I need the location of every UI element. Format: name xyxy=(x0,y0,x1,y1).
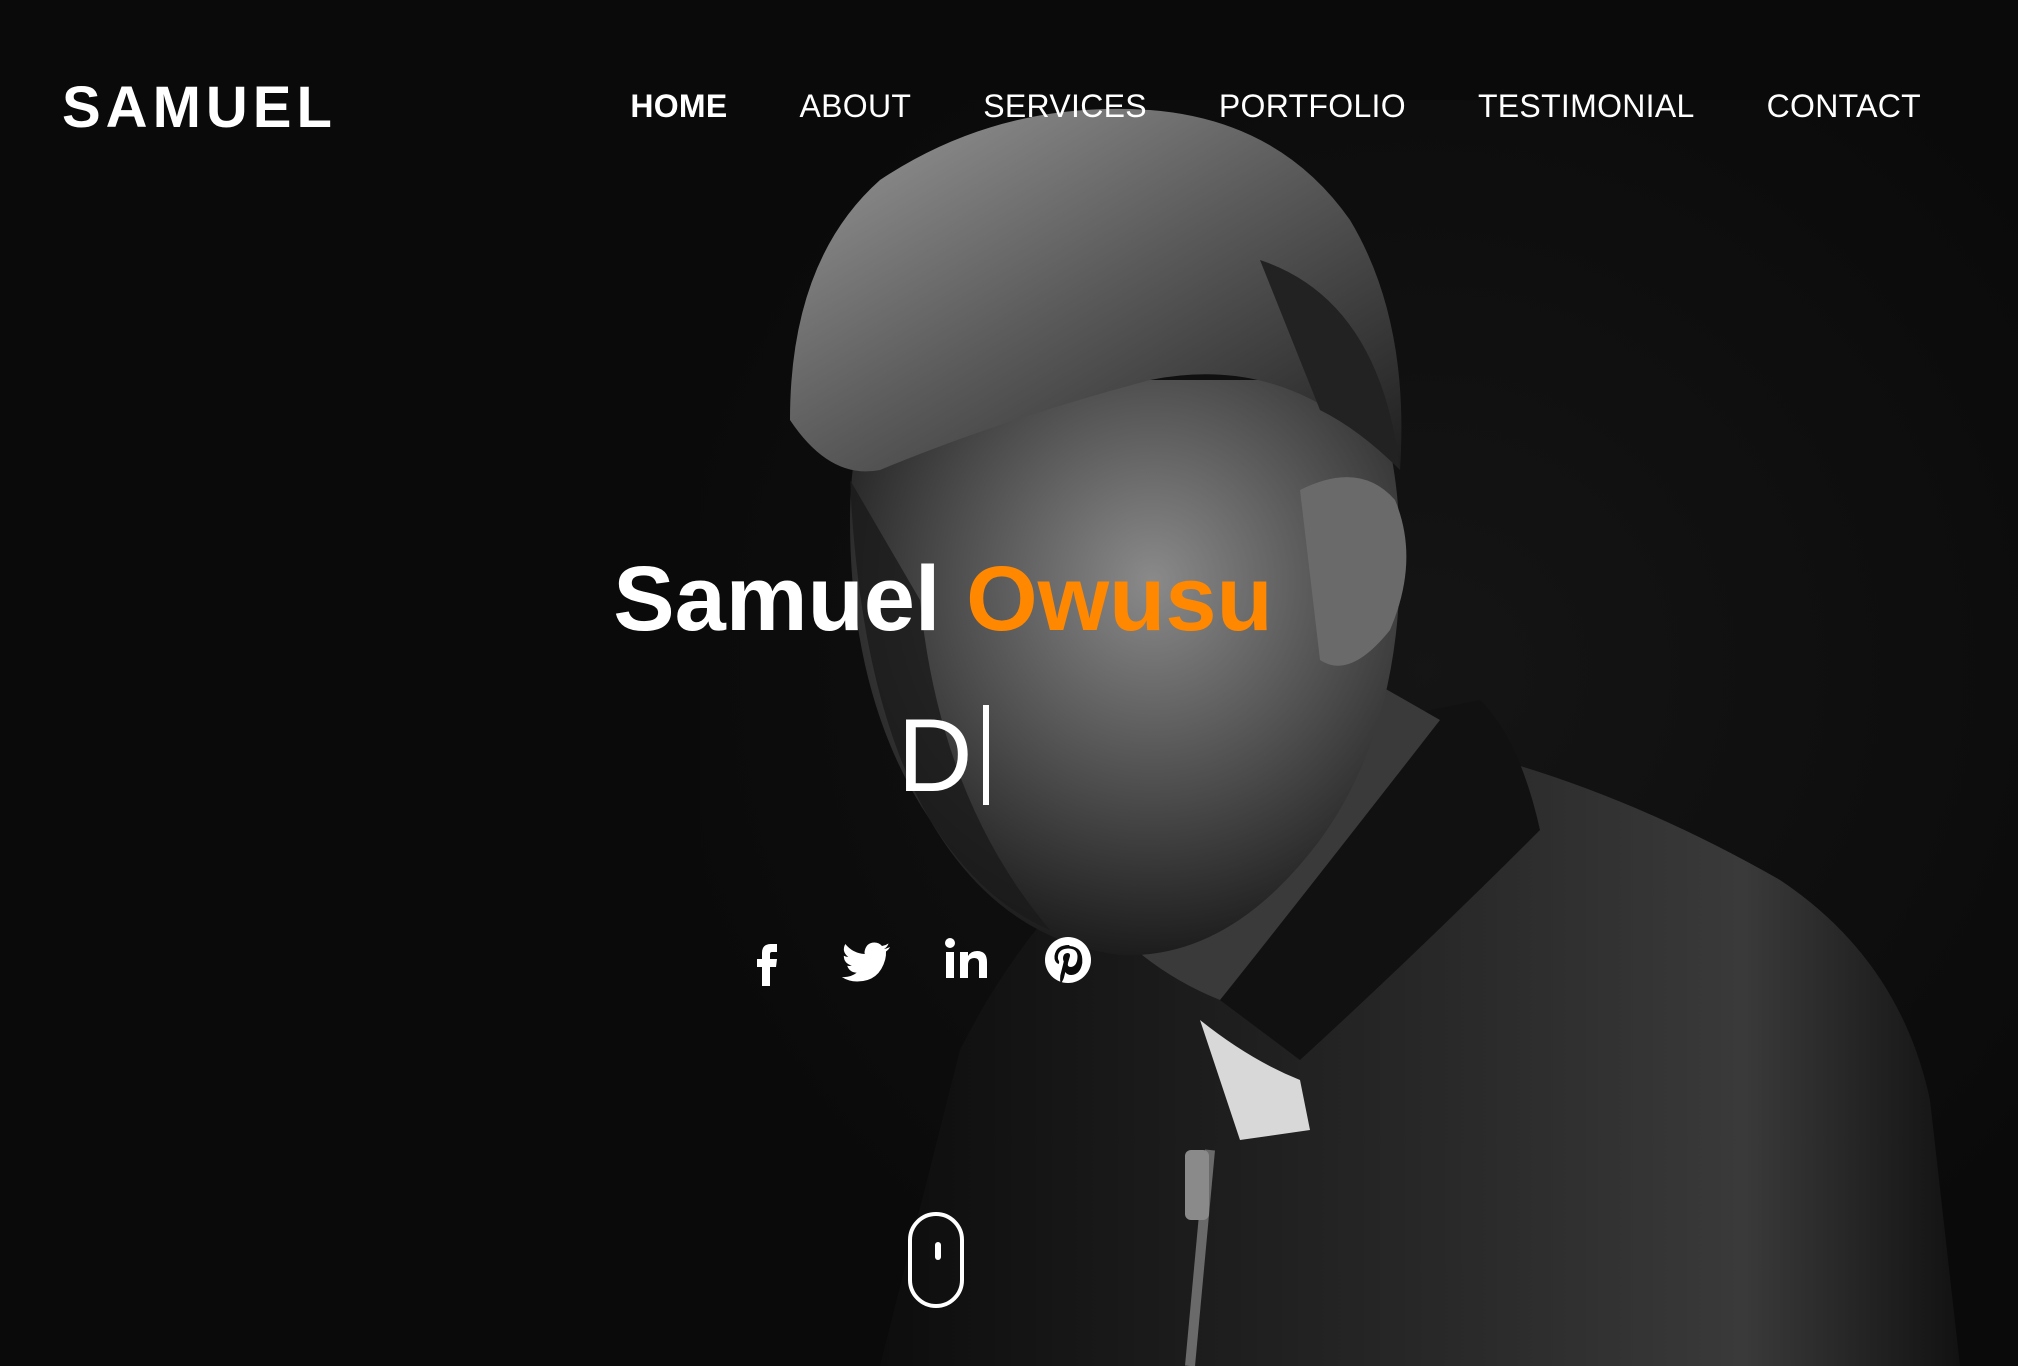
hero-first-name: Samuel xyxy=(613,548,941,650)
typed-role-text: D xyxy=(0,696,1886,816)
nav-link-contact[interactable]: CONTACT xyxy=(1767,84,1921,128)
social-links xyxy=(740,932,1096,988)
nav-link-services[interactable]: SERVICES xyxy=(983,84,1147,128)
pinterest-link[interactable] xyxy=(1040,932,1096,988)
site-logo[interactable]: SAMUEL xyxy=(62,72,337,144)
mouse-wheel xyxy=(935,1242,941,1260)
twitter-link[interactable] xyxy=(840,932,896,988)
typing-cursor xyxy=(982,705,989,805)
nav-link-about[interactable]: ABOUT xyxy=(800,84,912,128)
hero-section: SAMUEL HOME ABOUT SERVICES PORTFOLIO TES… xyxy=(0,0,2018,1366)
main-navigation: HOME ABOUT SERVICES PORTFOLIO TESTIMONIA… xyxy=(630,84,1921,128)
hero-name: Samuel Owusu xyxy=(0,545,1886,653)
pinterest-icon xyxy=(1045,937,1091,984)
mouse-scroll-icon[interactable] xyxy=(908,1212,964,1308)
nav-link-testimonial[interactable]: TESTIMONIAL xyxy=(1478,84,1695,128)
hero-portrait-image xyxy=(0,0,2018,1366)
hero-last-name: Owusu xyxy=(966,548,1273,650)
facebook-link[interactable] xyxy=(740,932,796,988)
twitter-icon xyxy=(841,942,890,982)
typed-text-value: D xyxy=(897,698,973,814)
nav-link-home[interactable]: HOME xyxy=(630,84,727,128)
facebook-icon xyxy=(757,944,777,986)
linkedin-icon xyxy=(945,938,987,978)
linkedin-link[interactable] xyxy=(940,932,996,988)
nav-link-portfolio[interactable]: PORTFOLIO xyxy=(1219,84,1406,128)
